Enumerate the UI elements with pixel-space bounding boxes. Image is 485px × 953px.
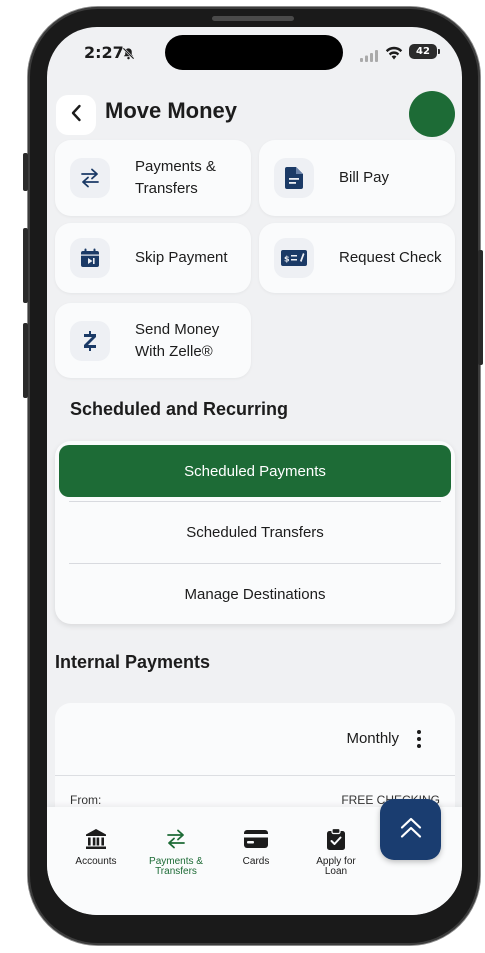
battery-icon: 42	[409, 44, 440, 59]
cellular-signal-icon	[360, 47, 378, 66]
nav-label-line-2: Loan	[324, 866, 348, 877]
nav-apply-loan[interactable]: Apply for Loan	[296, 827, 376, 877]
payments-transfers-button[interactable]: Payments & Transfers	[55, 140, 251, 216]
divider	[55, 775, 455, 776]
speaker-grille	[212, 16, 294, 21]
check-request-icon: $	[274, 238, 314, 278]
zelle-label: Send Money With Zelle®	[135, 319, 255, 363]
bell-off-icon	[122, 45, 135, 64]
volume-down-button	[23, 323, 28, 398]
manage-destinations-button[interactable]: Manage Destinations	[55, 564, 455, 624]
zelle-button[interactable]: Send Money With Zelle®	[55, 303, 251, 378]
bill-pay-button[interactable]: Bill Pay	[259, 140, 455, 216]
page-title: Move Money	[105, 98, 238, 123]
scheduled-transfers-button[interactable]: Scheduled Transfers	[55, 502, 455, 562]
status-bar: 2:27 42	[47, 27, 462, 79]
skip-payment-label: Skip Payment	[135, 249, 228, 266]
nav-payments-transfers[interactable]: Payments & Transfers	[136, 827, 216, 877]
app-screen: 2:27 42 Move Money Payments & Transfers	[47, 27, 462, 915]
power-button	[478, 250, 483, 365]
scheduled-list: Scheduled Payments Scheduled Transfers M…	[55, 441, 455, 624]
bank-icon	[85, 827, 107, 851]
arrows-swap-icon	[70, 158, 110, 198]
bill-pay-label: Bill Pay	[339, 169, 390, 186]
double-chevron-up-icon	[399, 817, 423, 843]
avatar[interactable]	[409, 91, 455, 137]
nav-cards[interactable]: Cards	[216, 827, 296, 867]
dynamic-island	[165, 35, 343, 70]
chevron-left-icon	[70, 104, 82, 126]
label-line-2: Transfers	[135, 180, 198, 197]
label-line-2: With Zelle®	[135, 342, 213, 360]
scroll-to-top-button[interactable]	[380, 799, 441, 860]
svg-text:$: $	[284, 255, 290, 264]
nav-label-line-2: Transfers	[155, 866, 197, 877]
scheduled-payments-button[interactable]: Scheduled Payments	[59, 445, 451, 497]
skip-payment-button[interactable]: Skip Payment	[55, 223, 251, 293]
label-line-1: Payments &	[135, 158, 216, 175]
status-time: 2:27	[84, 43, 124, 62]
nav-accounts[interactable]: Accounts	[56, 827, 136, 867]
from-label: From:	[70, 793, 102, 807]
card-icon	[244, 827, 268, 851]
zelle-icon	[70, 320, 110, 361]
clipboard-check-icon	[326, 827, 346, 851]
calendar-skip-icon	[70, 238, 110, 278]
document-icon	[274, 158, 314, 198]
wifi-icon	[385, 45, 403, 64]
payments-transfers-label: Payments & Transfers	[135, 156, 255, 200]
arrows-swap-icon	[164, 827, 188, 851]
request-check-button[interactable]: $ Request Check	[259, 223, 455, 293]
back-button[interactable]	[56, 95, 96, 135]
frequency-label: Monthly	[346, 730, 399, 747]
mute-switch	[23, 153, 28, 191]
internal-payments-title: Internal Payments	[55, 652, 211, 672]
more-options-icon[interactable]	[413, 727, 425, 751]
nav-label: Cards	[242, 856, 270, 867]
request-check-label: Request Check	[339, 249, 442, 266]
scheduled-section-title: Scheduled and Recurring	[70, 399, 289, 419]
volume-up-button	[23, 228, 28, 303]
label-line-1: Send Money	[135, 320, 220, 338]
nav-label: Accounts	[75, 856, 117, 867]
